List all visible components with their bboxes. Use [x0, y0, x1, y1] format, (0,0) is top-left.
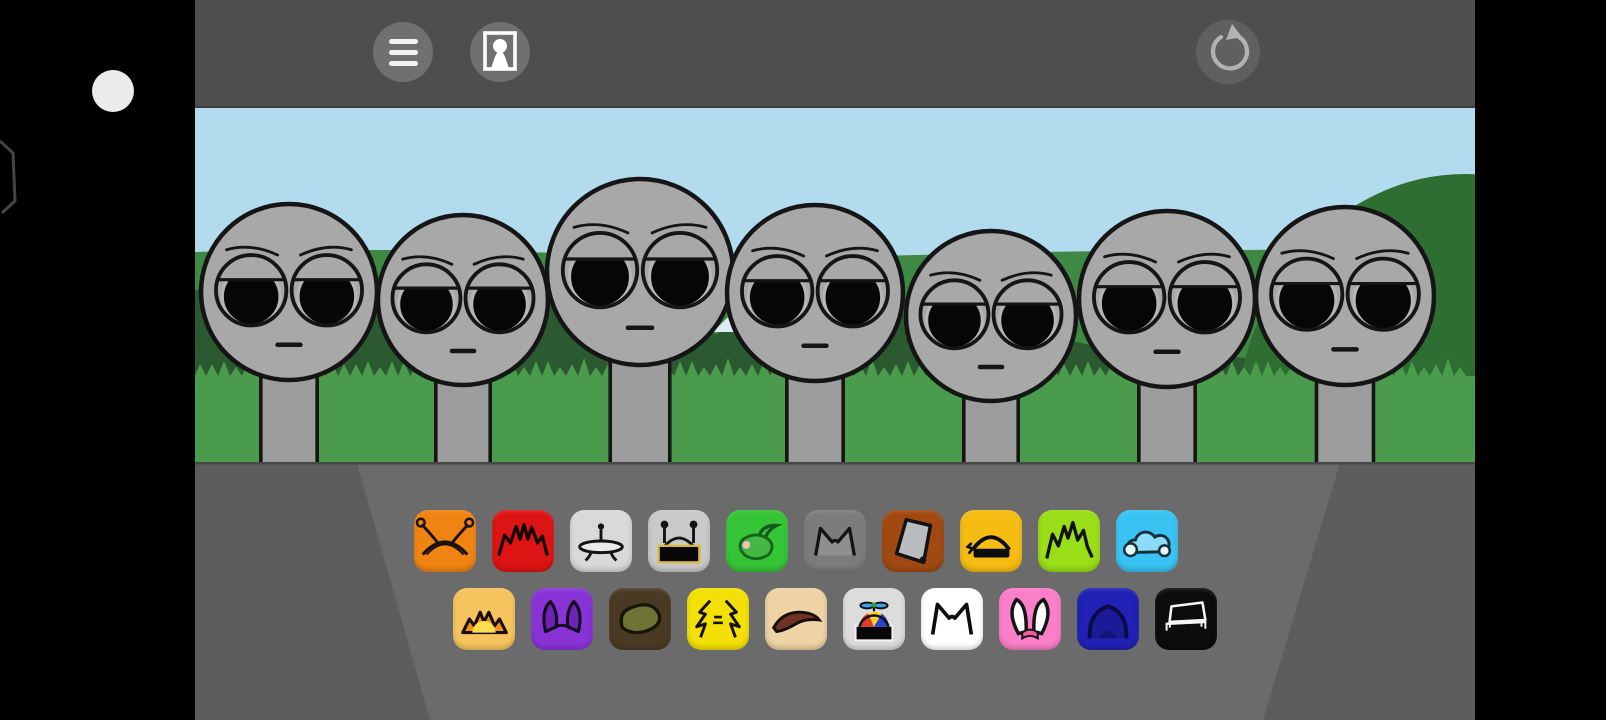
hat-red-spiky-crown[interactable] [492, 510, 554, 572]
hat-gray-saucer-hat[interactable] [570, 510, 632, 572]
edge-panel-handle[interactable] [0, 138, 22, 218]
hat-tray-row-1 [414, 510, 1178, 572]
hat-cyan-cloud[interactable] [1116, 510, 1178, 572]
record-dot [92, 70, 134, 112]
hat-gray-sign-antennae[interactable] [648, 510, 710, 572]
hat-yellow-lightning[interactable] [687, 588, 749, 650]
hat-purple-horns[interactable] [531, 588, 593, 650]
avatar-icon [483, 31, 517, 71]
orange-antennae-icon [415, 517, 475, 556]
hat-navy-hood[interactable] [1077, 588, 1139, 650]
tan-hair-swoosh-icon [772, 610, 823, 634]
reset-icon [1210, 24, 1250, 71]
hat-rust-slab[interactable] [882, 510, 944, 572]
red-spiky-crown-icon [497, 522, 549, 556]
lime-spikes-icon [1045, 520, 1094, 559]
pink-bunny-ears-icon [1010, 597, 1050, 641]
black-bench-hat-icon [1165, 601, 1207, 631]
yellow-lightning-icon [695, 599, 741, 638]
white-cat-ears-icon [930, 602, 974, 635]
reset-button[interactable] [1196, 20, 1260, 84]
hat-lime-spikes[interactable] [1038, 510, 1100, 572]
hat-amber-sunrise[interactable] [453, 588, 515, 650]
green-pepper-icon [738, 523, 783, 561]
hat-green-pepper[interactable] [726, 510, 788, 572]
navy-hood-icon [1087, 604, 1129, 639]
game-viewport [195, 0, 1475, 720]
propeller-cap-icon [854, 601, 894, 642]
gray-saucer-hat-icon [578, 523, 624, 562]
hamburger-icon [388, 38, 418, 66]
brown-olive-blob-icon [619, 603, 662, 635]
amber-sunrise-icon [461, 610, 508, 635]
characters-button[interactable] [470, 22, 530, 82]
darkgray-cat-ears-icon [814, 526, 856, 556]
hat-propeller-cap[interactable] [843, 588, 905, 650]
menu-button[interactable] [373, 22, 433, 82]
cyan-cloud-icon [1122, 530, 1172, 558]
hat-gold-band-bar[interactable] [960, 510, 1022, 572]
hat-brown-olive-blob[interactable] [609, 588, 671, 650]
rust-slab-icon [894, 517, 933, 565]
hat-darkgray-cat-ears[interactable] [804, 510, 866, 572]
hat-tray-row-2 [453, 588, 1217, 650]
hat-white-cat-ears[interactable] [921, 588, 983, 650]
hat-orange-antennae[interactable] [414, 510, 476, 572]
hat-tan-hair-swoosh[interactable] [765, 588, 827, 650]
hat-pink-bunny-ears[interactable] [999, 588, 1061, 650]
screen [0, 0, 1606, 720]
gray-sign-antennae-icon [657, 520, 701, 564]
purple-horns-icon [542, 600, 582, 634]
hat-black-bench-hat[interactable] [1155, 588, 1217, 650]
gold-band-bar-icon [965, 535, 1011, 558]
